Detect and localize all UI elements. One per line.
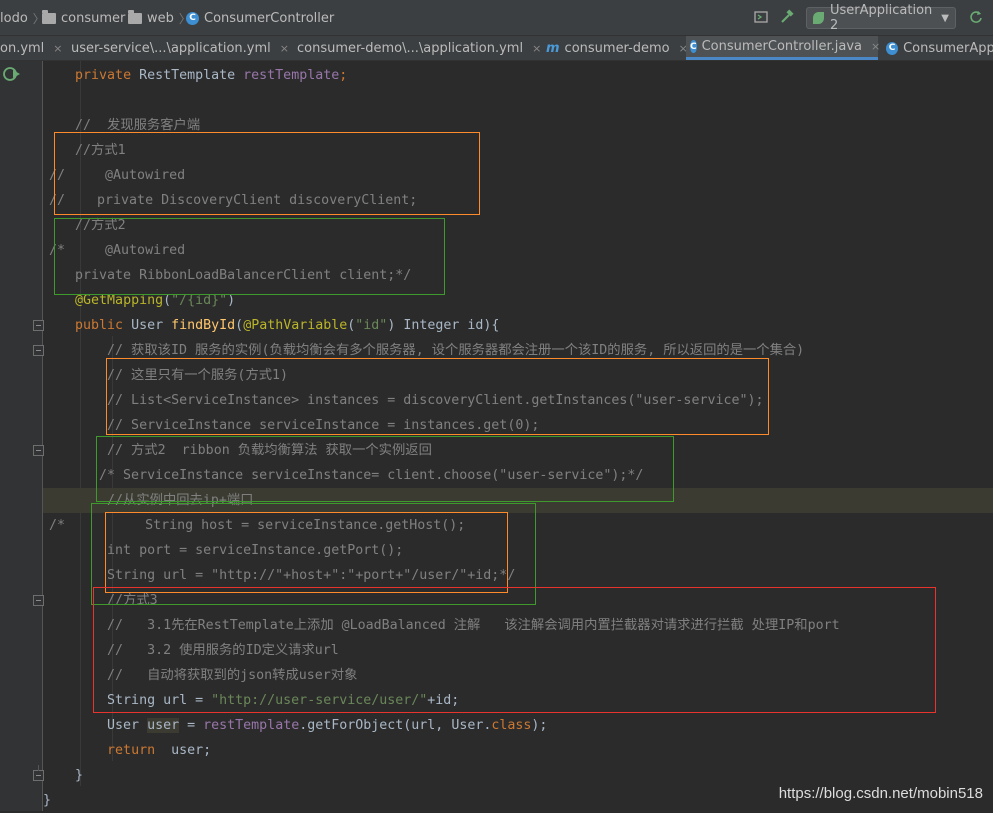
- maven-icon: m: [546, 40, 560, 56]
- code-line: private RestTemplate restTemplate;: [75, 68, 348, 83]
- run-configuration-label: UserApplication 2: [830, 3, 933, 33]
- code-line: String url = "http://user-service/user/"…: [43, 693, 460, 708]
- code-line: // 方式2 ribbon 负载均衡算法 获取一个实例返回: [43, 443, 432, 458]
- run-window-icon[interactable]: [752, 8, 770, 26]
- navigation-bar: lodo 〉 consumer 〉 web 〉 C ConsumerContro…: [0, 0, 993, 36]
- tab-label: on.yml: [0, 40, 45, 56]
- code-line: }: [43, 793, 52, 808]
- code-line: /* @Autowired: [49, 243, 186, 258]
- code-line: //方式2: [43, 218, 126, 233]
- editor-tabs: on.yml × user-service\...\application.ym…: [0, 36, 993, 61]
- close-icon[interactable]: ×: [871, 40, 880, 53]
- breadcrumb-label: lodo: [0, 10, 28, 26]
- code-line: /* ServiceInstance serviceInstance= clie…: [43, 468, 644, 483]
- code-line: // 获取该ID 服务的实例(负载均衡会有多个服务器, 设个服务器都会注册一个该…: [43, 343, 805, 358]
- tab-label: consumer-demo\...\application.yml: [297, 40, 524, 56]
- tab-application-yml-partial[interactable]: on.yml ×: [0, 36, 63, 60]
- code-line: //方式3: [43, 593, 158, 608]
- code-line-current: //从实例中回去ip+端口: [43, 488, 993, 513]
- code-line: // List<ServiceInstance> instances = dis…: [43, 393, 764, 408]
- code-line: //方式1: [43, 143, 126, 158]
- tab-label: user-service\...\application.yml: [71, 40, 271, 56]
- code-line: User user = restTemplate.getForObject(ur…: [43, 718, 548, 733]
- code-line: // 3.1先在RestTemplate上添加 @LoadBalanced 注解…: [43, 618, 840, 633]
- breadcrumb-item-project[interactable]: lodo 〉: [0, 9, 45, 27]
- code-line: // 发现服务客户端: [43, 118, 201, 133]
- code-line: // private DiscoveryClient discoveryClie…: [49, 193, 418, 208]
- tab-label: ConsumerController.java: [701, 39, 863, 54]
- tab-label: consumer-demo: [564, 40, 670, 56]
- close-icon[interactable]: ×: [532, 42, 541, 55]
- code-line: // ServiceInstance serviceInstance = ins…: [43, 418, 540, 433]
- build-hammer-icon[interactable]: [778, 8, 796, 26]
- class-icon: C: [690, 40, 697, 53]
- code-line: private RibbonLoadBalancerClient client;…: [43, 268, 412, 283]
- tab-consumer-demo-application-yml[interactable]: consumer-demo\...\application.yml ×: [288, 36, 541, 60]
- code-line: return user;: [107, 743, 212, 758]
- watermark-text: https://blog.csdn.net/mobin518: [778, 785, 983, 802]
- code-line: }: [43, 768, 84, 783]
- folder-icon: [128, 9, 142, 24]
- code-line: /* String host = serviceInstance.getHost…: [49, 518, 466, 533]
- spring-bean-icon[interactable]: [3, 66, 21, 86]
- code-line: // 自动将获取到的json转成user对象: [43, 668, 358, 683]
- code-line: @GetMapping("/{id}"): [75, 293, 236, 308]
- spring-leaf-icon: [813, 12, 825, 24]
- code-line: // 3.2 使用服务的ID定义请求url: [43, 643, 339, 658]
- editor-gutter: [0, 61, 44, 811]
- code-line: public User findById(@PathVariable("id")…: [75, 318, 500, 333]
- breadcrumb-label: web: [147, 10, 174, 26]
- breadcrumb-label: ConsumerController: [204, 10, 335, 26]
- tab-consumer-application[interactable]: C ConsumerAppli: [882, 36, 993, 60]
- chevron-down-icon: ▼: [941, 12, 949, 24]
- class-icon: C: [186, 11, 199, 25]
- tab-label: ConsumerAppli: [903, 40, 993, 56]
- code-line: // @Autowired: [49, 168, 186, 183]
- run-configuration-select[interactable]: UserApplication 2 ▼: [806, 3, 956, 33]
- code-editor[interactable]: private RestTemplate restTemplate; // 发现…: [43, 61, 993, 811]
- code-line: int port = serviceInstance.getPort();: [43, 543, 404, 558]
- code-line: String url = "http://"+host+":"+port+"/u…: [43, 568, 516, 583]
- breadcrumb-item-class[interactable]: C ConsumerController: [186, 9, 334, 27]
- tab-consumer-demo-pom[interactable]: m consumer-demo ×: [542, 36, 688, 60]
- tab-user-service-application-yml[interactable]: user-service\...\application.yml ×: [62, 36, 289, 60]
- code-line: // 这里只有一个服务(方式1): [43, 368, 289, 383]
- breadcrumb-item-web[interactable]: web 〉: [128, 9, 191, 27]
- folder-icon: [42, 9, 56, 24]
- class-icon: C: [886, 41, 899, 55]
- breadcrumb-label: consumer: [61, 10, 126, 26]
- rerun-icon[interactable]: [967, 8, 985, 26]
- tab-consumer-controller[interactable]: C ConsumerController.java ×: [686, 36, 880, 60]
